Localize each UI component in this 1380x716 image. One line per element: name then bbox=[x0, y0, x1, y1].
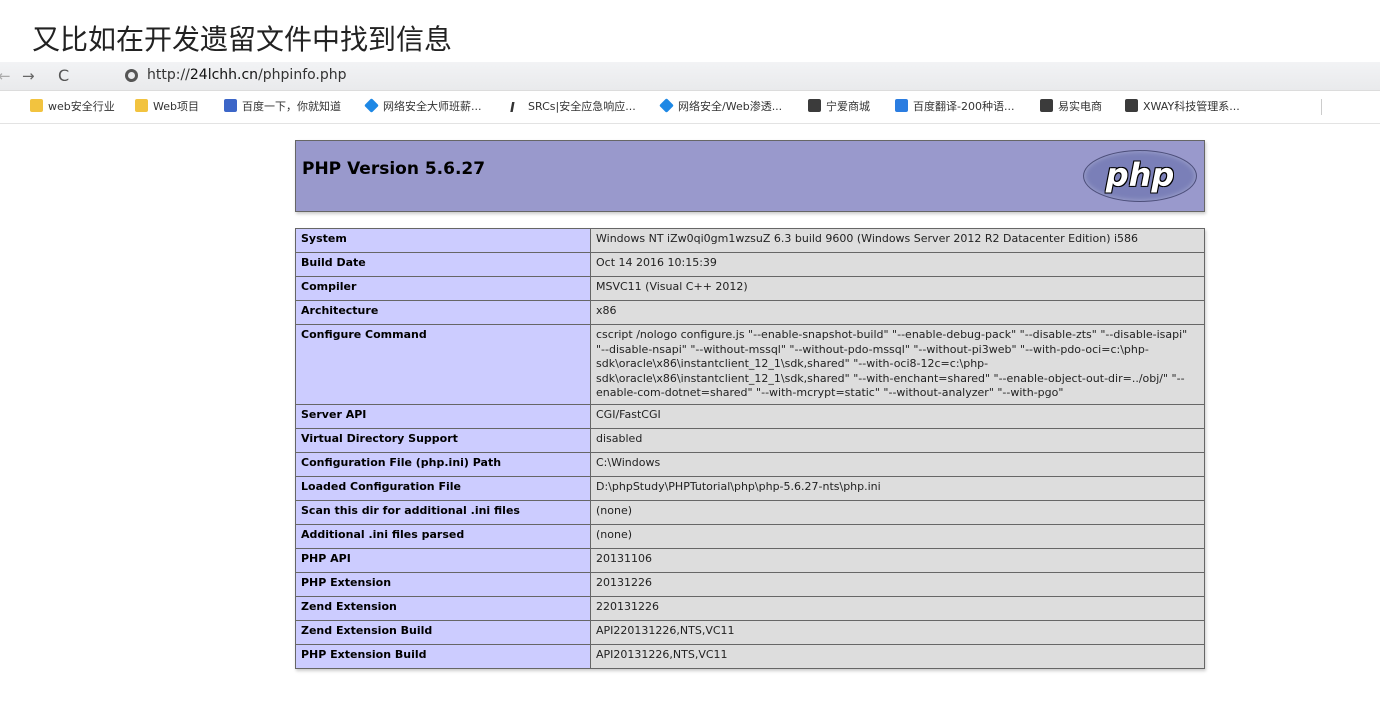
bookmark-item[interactable]: web安全行业 bbox=[30, 91, 115, 123]
row-value: Windows NT iZw0qi0gm1wzsuZ 6.3 build 960… bbox=[590, 228, 1205, 253]
table-row: Loaded Configuration File D:\phpStudy\PHP… bbox=[295, 475, 1205, 501]
bookmark-item[interactable]: 百度一下，你就知道 bbox=[224, 91, 341, 123]
table-row: Zend Extension Build API220131226,NTS,VC1… bbox=[295, 619, 1205, 645]
globe-icon bbox=[1125, 99, 1138, 112]
url-path: /phpinfo.php bbox=[258, 67, 347, 83]
table-row: Configure Command cscript /nologo configu… bbox=[295, 324, 1205, 405]
row-value: 220131226 bbox=[590, 595, 1205, 621]
globe-icon bbox=[1040, 99, 1053, 112]
table-row: System Windows NT iZw0qi0gm1wzsuZ 6.3 bui… bbox=[295, 228, 1205, 253]
table-row: Zend Extension 220131226 bbox=[295, 595, 1205, 621]
row-key: Configuration File (php.ini) Path bbox=[295, 451, 591, 477]
row-value: D:\phpStudy\PHPTutorial\php\php-5.6.27-n… bbox=[590, 475, 1205, 501]
bookmarks-separator bbox=[1321, 99, 1322, 115]
translate-icon bbox=[895, 99, 908, 112]
row-value: API220131226,NTS,VC11 bbox=[590, 619, 1205, 645]
bookmarks-bar: web安全行业 Web项目 百度一下，你就知道 网络安全大师班薪... I SRCs|安全… bbox=[0, 91, 1380, 124]
globe-icon bbox=[808, 99, 821, 112]
bookmark-item[interactable]: 网络安全/Web渗透... bbox=[659, 91, 783, 123]
url-host: 24lchh.cn bbox=[189, 67, 259, 83]
table-row: Build Date Oct 14 2016 10:15:39 bbox=[295, 252, 1205, 277]
row-key: Loaded Configuration File bbox=[295, 475, 591, 501]
caption-title: 又比如在开发遗留文件中找到信息 bbox=[32, 23, 453, 56]
table-row: Additional .ini files parsed (none) bbox=[295, 523, 1205, 549]
php-version-title: PHP Version 5.6.27 bbox=[302, 159, 486, 179]
row-value: C:\Windows bbox=[590, 451, 1205, 477]
phpinfo-page: PHP Version 5.6.27 php System Windows NT … bbox=[295, 140, 1205, 669]
row-key: PHP Extension Build bbox=[295, 643, 591, 669]
bookmark-item[interactable]: 网络安全大师班薪... bbox=[364, 91, 482, 123]
row-key: Build Date bbox=[295, 252, 591, 277]
bookmark-label: 宁爱商城 bbox=[826, 100, 870, 113]
table-row: Server API CGI/FastCGI bbox=[295, 403, 1205, 429]
row-key: PHP Extension bbox=[295, 571, 591, 597]
row-value: API20131226,NTS,VC11 bbox=[590, 643, 1205, 669]
row-value: Oct 14 2016 10:15:39 bbox=[590, 252, 1205, 277]
row-value: x86 bbox=[590, 300, 1205, 325]
table-row: PHP API 20131106 bbox=[295, 547, 1205, 573]
back-button[interactable]: ← bbox=[0, 62, 11, 90]
bookmark-item[interactable]: I SRCs|安全应急响应... bbox=[510, 91, 636, 123]
row-key: System bbox=[295, 228, 591, 253]
row-value: 20131106 bbox=[590, 547, 1205, 573]
baidu-paw-icon bbox=[224, 99, 237, 112]
row-key: PHP API bbox=[295, 547, 591, 573]
site-info-icon[interactable] bbox=[125, 69, 138, 82]
row-value: cscript /nologo configure.js "--enable-s… bbox=[590, 324, 1205, 405]
table-row: Architecture x86 bbox=[295, 300, 1205, 325]
reload-button[interactable]: C bbox=[58, 62, 69, 90]
table-row: PHP Extension 20131226 bbox=[295, 571, 1205, 597]
row-key: Additional .ini files parsed bbox=[295, 523, 591, 549]
table-row: Scan this dir for additional .ini files(… bbox=[295, 499, 1205, 525]
row-key: Scan this dir for additional .ini files bbox=[295, 499, 591, 525]
bookmark-label: 百度翻译-200种语... bbox=[913, 100, 1015, 113]
bookmark-item[interactable]: Web项目 bbox=[135, 91, 199, 123]
url-prefix: http:// bbox=[147, 67, 190, 83]
row-key: Compiler bbox=[295, 276, 591, 301]
bookmark-item[interactable]: 易实电商 bbox=[1040, 91, 1102, 123]
table-row: Configuration File (php.ini) Path C:\Wind… bbox=[295, 451, 1205, 477]
row-key: Zend Extension bbox=[295, 595, 591, 621]
row-key: Configure Command bbox=[295, 324, 591, 405]
browser-address-bar: ← → C http://24lchh.cn/phpinfo.php bbox=[0, 62, 1380, 91]
bookmark-label: web安全行业 bbox=[48, 100, 115, 113]
bookmark-item[interactable]: 百度翻译-200种语... bbox=[895, 91, 1014, 123]
folder-icon bbox=[30, 99, 43, 112]
bookmark-label: Web项目 bbox=[153, 100, 199, 113]
row-value: MSVC11 (Visual C++ 2012) bbox=[590, 276, 1205, 301]
row-key: Server API bbox=[295, 403, 591, 429]
bookmark-label: 网络安全大师班薪... bbox=[383, 100, 482, 113]
phpinfo-table: System Windows NT iZw0qi0gm1wzsuZ 6.3 bui… bbox=[295, 228, 1205, 669]
row-key: Architecture bbox=[295, 300, 591, 325]
row-key: Virtual Directory Support bbox=[295, 427, 591, 453]
bookmark-label: XWAY科技管理系... bbox=[1143, 100, 1240, 113]
table-row: Compiler MSVC11 (Visual C++ 2012) bbox=[295, 276, 1205, 301]
italic-i-icon: I bbox=[510, 101, 515, 116]
table-row: PHP Extension Build API20131226,NTS,VC11 bbox=[295, 643, 1205, 669]
diamond-icon bbox=[659, 98, 674, 113]
row-value: CGI/FastCGI bbox=[590, 403, 1205, 429]
row-value: (none) bbox=[590, 499, 1205, 525]
row-value: 20131226 bbox=[590, 571, 1205, 597]
table-row: Virtual Directory Support disabled bbox=[295, 427, 1205, 453]
bookmark-label: 网络安全/Web渗透... bbox=[678, 100, 783, 113]
row-value: (none) bbox=[590, 523, 1205, 549]
php-version-header: PHP Version 5.6.27 php bbox=[295, 140, 1205, 212]
url-field[interactable]: http://24lchh.cn/phpinfo.php bbox=[147, 62, 347, 89]
forward-button[interactable]: → bbox=[22, 62, 35, 90]
bookmark-label: 百度一下，你就知道 bbox=[242, 100, 341, 113]
bookmark-item[interactable]: 宁爱商城 bbox=[808, 91, 870, 123]
diamond-icon bbox=[364, 98, 379, 113]
bookmark-label: 易实电商 bbox=[1058, 100, 1102, 113]
php-logo[interactable]: php bbox=[1083, 150, 1197, 202]
folder-icon bbox=[135, 99, 148, 112]
row-value: disabled bbox=[590, 427, 1205, 453]
bookmark-label: SRCs|安全应急响应... bbox=[528, 100, 636, 113]
bookmark-item[interactable]: XWAY科技管理系... bbox=[1125, 91, 1240, 123]
row-key: Zend Extension Build bbox=[295, 619, 591, 645]
